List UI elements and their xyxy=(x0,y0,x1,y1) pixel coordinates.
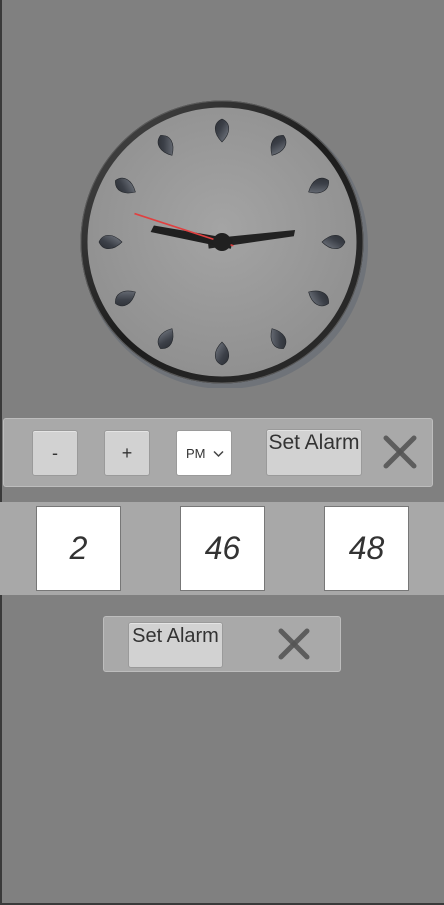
alarm-control-panel: - + PM Set Alarm xyxy=(3,418,433,487)
am-pm-dropdown[interactable]: PM xyxy=(176,430,232,476)
increment-button[interactable]: + xyxy=(104,430,150,476)
am-pm-value: PM xyxy=(186,446,206,461)
analog-clock xyxy=(80,100,368,388)
set-alarm-button-secondary[interactable]: Set Alarm xyxy=(128,622,223,668)
alarm-panel: Set Alarm xyxy=(103,616,341,672)
decrement-button[interactable]: - xyxy=(32,430,78,476)
time-display-panel: 2 46 48 xyxy=(0,502,444,595)
left-border xyxy=(0,0,2,905)
hour-field[interactable]: 2 xyxy=(36,506,121,591)
set-alarm-button[interactable]: Set Alarm xyxy=(266,429,362,476)
close-icon[interactable] xyxy=(276,626,312,662)
clock-center-cap xyxy=(213,233,231,251)
chevron-down-icon xyxy=(213,450,224,458)
minute-field[interactable]: 46 xyxy=(180,506,265,591)
close-icon[interactable] xyxy=(381,433,419,471)
second-field[interactable]: 48 xyxy=(324,506,409,591)
